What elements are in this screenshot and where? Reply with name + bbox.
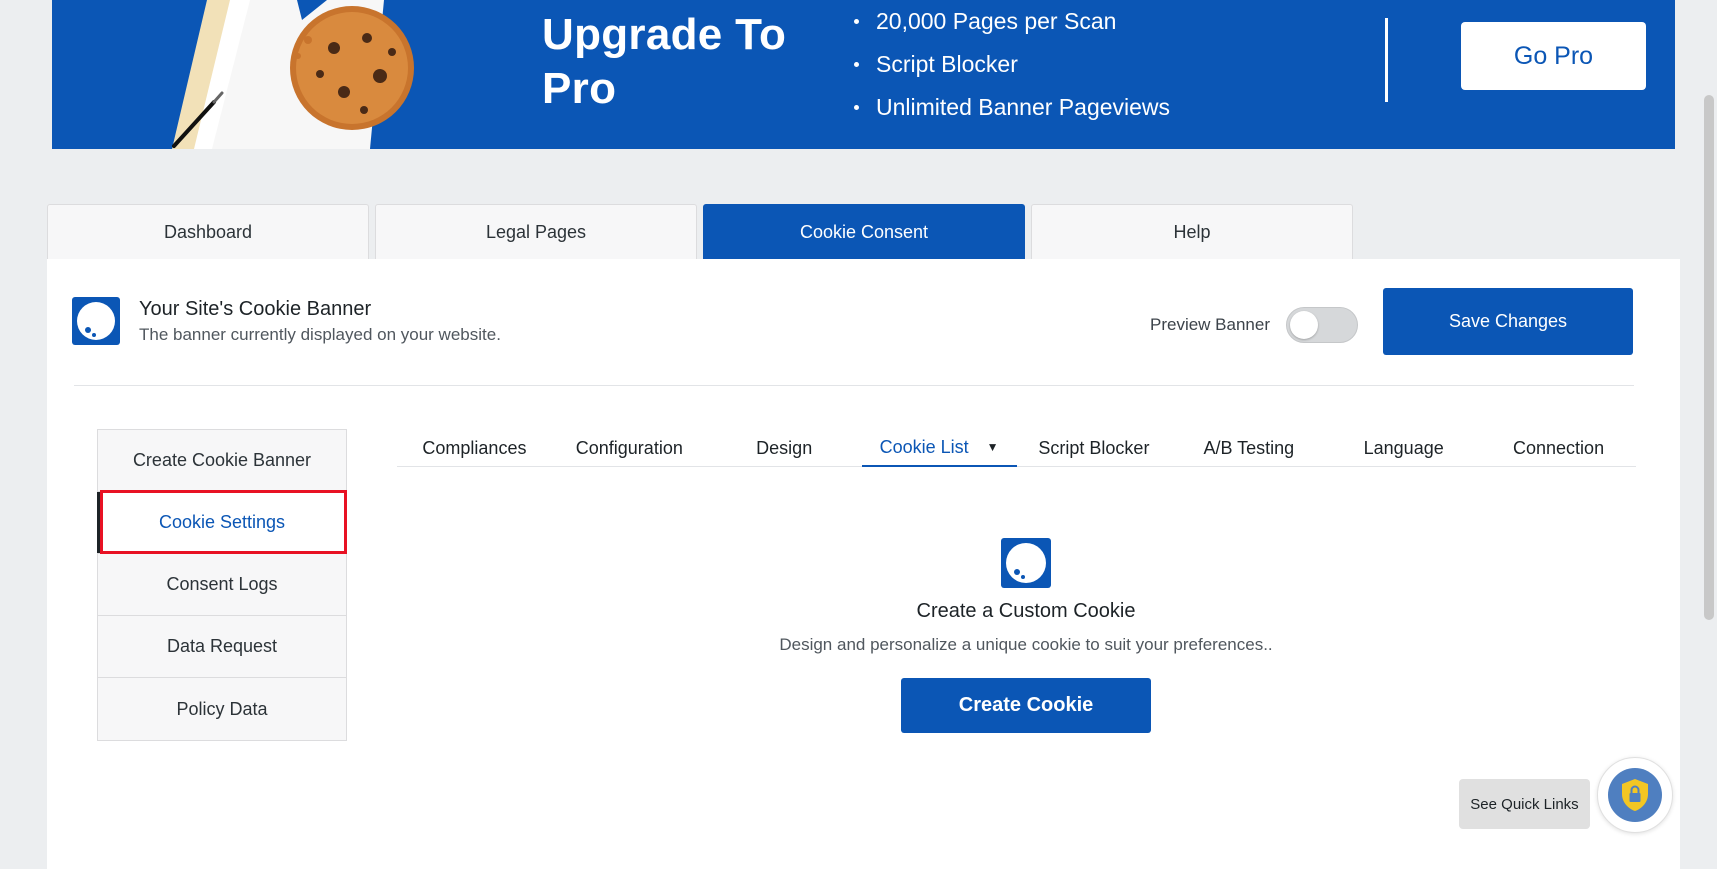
promo-feature-list: 20,000 Pages per Scan Script Blocker Unl… bbox=[852, 0, 1170, 129]
promo-feature: 20,000 Pages per Scan bbox=[852, 0, 1170, 43]
chevron-down-icon: ▼ bbox=[986, 440, 999, 454]
side-item-data-request[interactable]: Data Request bbox=[98, 616, 346, 678]
subtab-label: Connection bbox=[1513, 437, 1605, 458]
upgrade-banner: Upgrade To Pro 20,000 Pages per Scan Scr… bbox=[52, 0, 1675, 149]
subtab-label: Design bbox=[756, 437, 813, 458]
cookie-logo-icon bbox=[1001, 538, 1051, 588]
subtab-label: Configuration bbox=[575, 437, 683, 458]
subtab-language[interactable]: Language bbox=[1326, 429, 1481, 467]
side-item-create-cookie-banner[interactable]: Create Cookie Banner bbox=[98, 430, 346, 492]
subtab-label: A/B Testing bbox=[1203, 437, 1295, 458]
subtab-label: Compliances bbox=[422, 437, 527, 458]
quick-links-fab[interactable] bbox=[1597, 757, 1673, 833]
subtab-design[interactable]: Design bbox=[707, 429, 862, 467]
toggle-knob bbox=[1290, 311, 1318, 339]
side-item-consent-logs[interactable]: Consent Logs bbox=[98, 554, 346, 616]
main-tab-bar: Dashboard Legal Pages Cookie Consent Hel… bbox=[47, 204, 1359, 259]
subtab-configuration[interactable]: Configuration bbox=[552, 429, 707, 467]
subtab-script-blocker[interactable]: Script Blocker bbox=[1017, 429, 1172, 467]
subtab-label: Cookie List bbox=[879, 436, 969, 457]
promo-title: Upgrade To Pro bbox=[542, 10, 787, 113]
save-changes-button[interactable]: Save Changes bbox=[1383, 288, 1633, 355]
subtab-label: Script Blocker bbox=[1038, 437, 1150, 458]
subtab-ab-testing[interactable]: A/B Testing bbox=[1171, 429, 1326, 467]
subtab-compliances[interactable]: Compliances bbox=[397, 429, 552, 467]
side-item-cookie-settings[interactable]: Cookie Settings bbox=[97, 492, 346, 554]
empty-state-title: Create a Custom Cookie bbox=[916, 600, 1136, 622]
preview-banner-toggle[interactable] bbox=[1286, 307, 1358, 343]
promo-feature: Unlimited Banner Pageviews bbox=[852, 86, 1170, 129]
empty-state-description: Design and personalize a unique cookie t… bbox=[779, 635, 1273, 654]
subtab-cookie-list[interactable]: Cookie List ▼ bbox=[861, 429, 1017, 467]
tab-legal-pages[interactable]: Legal Pages bbox=[375, 204, 697, 259]
see-quick-links-button[interactable]: See Quick Links bbox=[1459, 779, 1590, 829]
cookie-side-menu: Create Cookie Banner Cookie Settings Con… bbox=[97, 429, 347, 741]
preview-banner-label: Preview Banner bbox=[1150, 315, 1271, 334]
tab-cookie-consent[interactable]: Cookie Consent bbox=[703, 204, 1025, 259]
page-scrollbar[interactable] bbox=[1704, 95, 1714, 620]
banner-subtitle: The banner currently displayed on your w… bbox=[139, 325, 501, 344]
subtab-connection[interactable]: Connection bbox=[1481, 429, 1636, 467]
tab-dashboard[interactable]: Dashboard bbox=[47, 204, 369, 259]
header-divider bbox=[74, 385, 1634, 386]
promo-divider bbox=[1385, 18, 1388, 102]
side-item-policy-data[interactable]: Policy Data bbox=[98, 678, 346, 740]
cookie-consent-panel: Your Site's Cookie Banner The banner cur… bbox=[47, 259, 1680, 869]
tab-help[interactable]: Help bbox=[1031, 204, 1353, 259]
cookie-folder-illustration bbox=[172, 0, 414, 149]
promo-feature: Script Blocker bbox=[852, 43, 1170, 86]
go-pro-button[interactable]: Go Pro bbox=[1461, 22, 1646, 90]
cookie-logo-icon bbox=[72, 297, 120, 345]
subtab-label: Language bbox=[1363, 437, 1444, 458]
create-cookie-button[interactable]: Create Cookie bbox=[901, 678, 1151, 733]
shield-lock-icon bbox=[1608, 768, 1662, 822]
banner-title: Your Site's Cookie Banner bbox=[139, 298, 372, 320]
settings-sub-tab-bar: Compliances Configuration Design Cookie … bbox=[397, 429, 1636, 467]
